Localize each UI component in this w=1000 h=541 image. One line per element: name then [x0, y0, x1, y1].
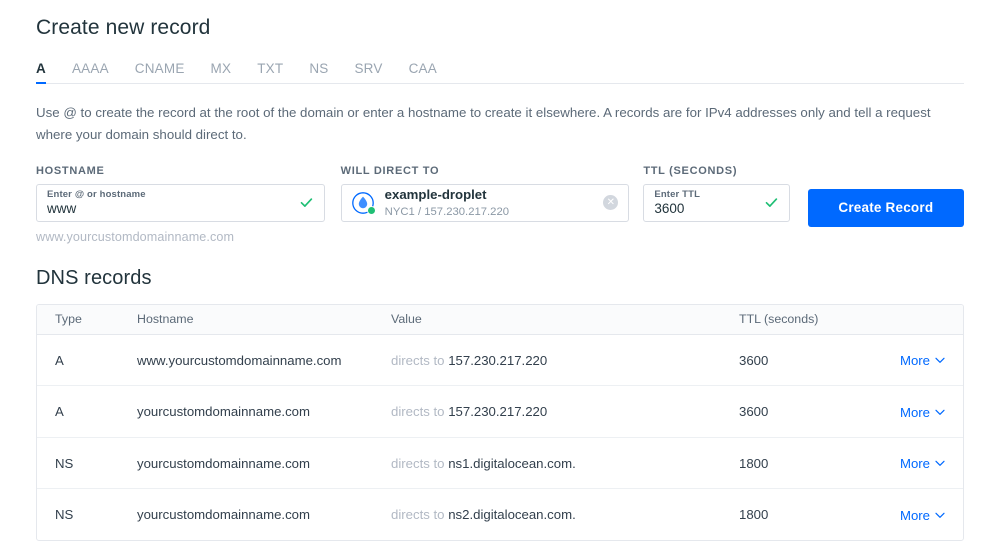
check-icon	[764, 195, 779, 210]
record-value-target: 157.230.217.220	[448, 404, 547, 419]
record-hostname: yourcustomdomainname.com	[137, 507, 391, 522]
droplet-text-stack: example-droplet NYC1 / 157.230.217.220	[385, 187, 598, 219]
hostname-placeholder-label: Enter @ or hostname	[47, 190, 293, 200]
record-value-target: 157.230.217.220	[448, 353, 547, 368]
record-value-cell: directs to 157.230.217.220	[391, 404, 739, 419]
hostname-input-stack: Enter @ or hostname www	[47, 190, 293, 216]
create-record-button[interactable]: Create Record	[808, 189, 964, 227]
record-type: A	[37, 404, 137, 419]
record-ttl: 3600	[739, 353, 899, 368]
more-button-label: More	[900, 456, 930, 471]
record-hostname: www.yourcustomdomainname.com	[137, 353, 391, 368]
hostname-field-group: HOSTNAME Enter @ or hostname www www.you…	[36, 165, 325, 244]
dns-records-table: Type Hostname Value TTL (seconds) Awww.y…	[36, 304, 964, 541]
column-header-ttl: TTL (seconds)	[739, 312, 899, 326]
ttl-field-group: TTL (SECONDS) Enter TTL 3600	[643, 165, 789, 222]
ttl-value: 3600	[654, 202, 757, 216]
record-type: NS	[37, 507, 137, 522]
record-value-prefix: directs to	[391, 404, 445, 419]
droplet-meta: NYC1 / 157.230.217.220	[385, 205, 598, 219]
record-type-description: Use @ to create the record at the root o…	[36, 102, 946, 146]
more-button[interactable]: More	[900, 508, 945, 523]
chevron-down-icon	[935, 507, 945, 522]
droplet-status-dot	[367, 206, 376, 215]
dns-records-heading: DNS records	[36, 267, 964, 290]
ttl-placeholder-label: Enter TTL	[654, 190, 757, 200]
create-dns-record-page: Create new record AAAAACNAMEMXTXTNSSRVCA…	[0, 0, 1000, 529]
tab-a[interactable]: A	[36, 61, 46, 83]
record-value-target: ns1.digitalocean.com.	[448, 456, 576, 471]
hostname-input[interactable]: Enter @ or hostname www	[36, 184, 325, 222]
more-button-label: More	[900, 508, 930, 523]
more-button[interactable]: More	[900, 405, 945, 420]
record-value-cell: directs to ns2.digitalocean.com.	[391, 507, 739, 522]
hostname-helper-text: www.yourcustomdomainname.com	[36, 230, 325, 244]
record-value-target: ns2.digitalocean.com.	[448, 507, 576, 522]
record-actions-cell: More	[899, 455, 963, 471]
record-value-prefix: directs to	[391, 456, 445, 471]
record-value-prefix: directs to	[391, 507, 445, 522]
table-row: Awww.yourcustomdomainname.comdirects to …	[37, 335, 963, 387]
tab-srv[interactable]: SRV	[354, 61, 382, 83]
ttl-label: TTL (SECONDS)	[643, 165, 789, 177]
record-value-cell: directs to 157.230.217.220	[391, 353, 739, 368]
tab-cname[interactable]: CNAME	[135, 61, 185, 83]
record-hostname: yourcustomdomainname.com	[137, 404, 391, 419]
table-row: NSyourcustomdomainname.comdirects to ns1…	[37, 438, 963, 490]
more-button-label: More	[900, 405, 930, 420]
hostname-label: HOSTNAME	[36, 165, 325, 177]
clear-selection-icon[interactable]: ✕	[603, 195, 618, 210]
record-actions-cell: More	[899, 404, 963, 420]
column-header-type: Type	[37, 312, 137, 326]
record-type: A	[37, 353, 137, 368]
record-ttl: 1800	[739, 456, 899, 471]
record-value-cell: directs to ns1.digitalocean.com.	[391, 456, 739, 471]
page-title: Create new record	[36, 0, 964, 40]
tab-mx[interactable]: MX	[211, 61, 232, 83]
record-type: NS	[37, 456, 137, 471]
table-row: NSyourcustomdomainname.comdirects to ns2…	[37, 489, 963, 540]
record-type-tabs: AAAAACNAMEMXTXTNSSRVCAA	[36, 57, 964, 84]
tab-caa[interactable]: CAA	[409, 61, 437, 83]
hostname-value: www	[47, 202, 293, 216]
chevron-down-icon	[935, 404, 945, 419]
check-icon	[299, 195, 314, 210]
droplet-name: example-droplet	[385, 187, 598, 204]
tab-txt[interactable]: TXT	[257, 61, 283, 83]
more-button[interactable]: More	[900, 456, 945, 471]
will-direct-to-field-group: WILL DIRECT TO example-droplet NYC1 / 15…	[341, 165, 630, 222]
will-direct-to-select[interactable]: example-droplet NYC1 / 157.230.217.220 ✕	[341, 184, 630, 222]
record-ttl: 1800	[739, 507, 899, 522]
tab-ns[interactable]: NS	[309, 61, 328, 83]
column-header-value: Value	[391, 312, 739, 326]
tab-aaaa[interactable]: AAAA	[72, 61, 109, 83]
record-ttl: 3600	[739, 404, 899, 419]
create-record-form: HOSTNAME Enter @ or hostname www www.you…	[36, 165, 964, 244]
record-value-prefix: directs to	[391, 353, 445, 368]
will-direct-to-label: WILL DIRECT TO	[341, 165, 630, 177]
table-row: Ayourcustomdomainname.comdirects to 157.…	[37, 386, 963, 438]
more-button-label: More	[900, 353, 930, 368]
ttl-input-stack: Enter TTL 3600	[654, 190, 757, 216]
record-hostname: yourcustomdomainname.com	[137, 456, 391, 471]
more-button[interactable]: More	[900, 353, 945, 368]
ttl-input[interactable]: Enter TTL 3600	[643, 184, 789, 222]
chevron-down-icon	[935, 352, 945, 367]
record-actions-cell: More	[899, 352, 963, 368]
column-header-hostname: Hostname	[137, 312, 391, 326]
chevron-down-icon	[935, 455, 945, 470]
record-actions-cell: More	[899, 507, 963, 523]
droplet-icon	[351, 191, 375, 215]
table-header-row: Type Hostname Value TTL (seconds)	[37, 305, 963, 335]
